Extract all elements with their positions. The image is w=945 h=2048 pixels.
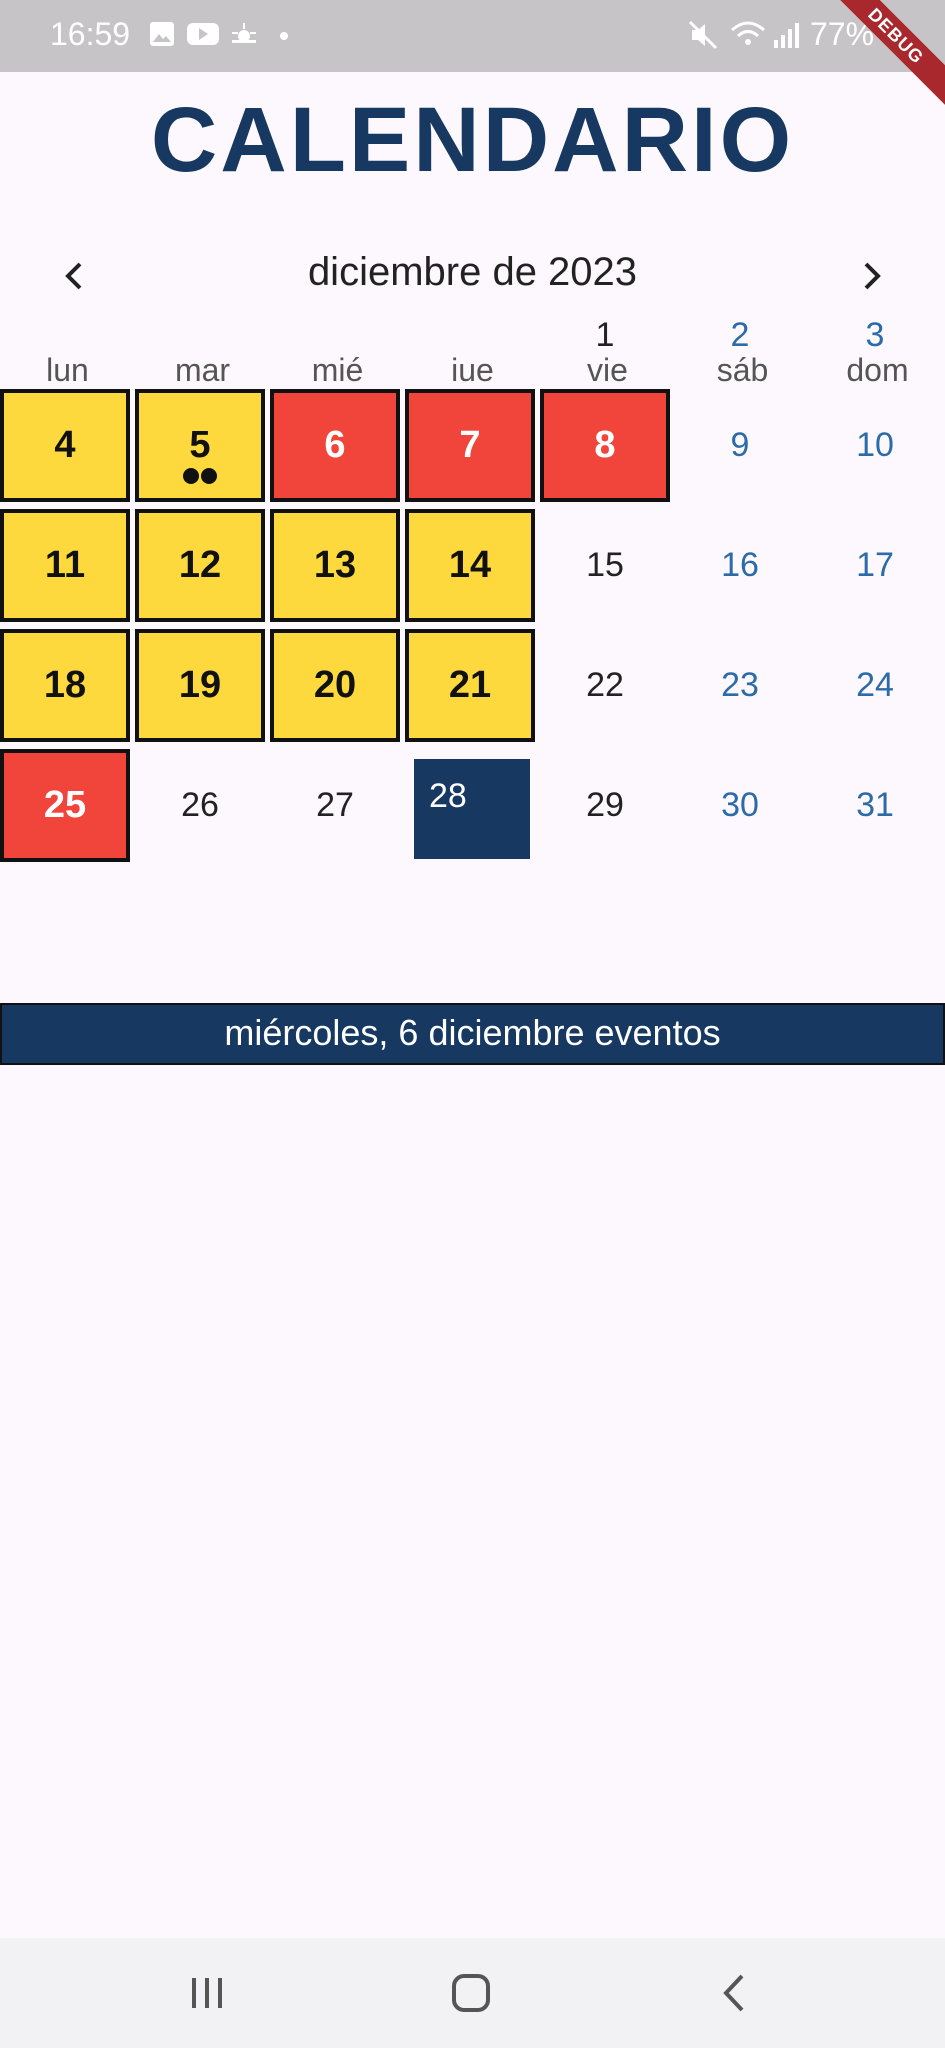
day-cell-12[interactable]: 12 (135, 509, 265, 622)
day-cell-24[interactable]: 24 (810, 629, 940, 742)
events-header: miércoles, 6 diciembre eventos (0, 1003, 945, 1065)
day-number: 24 (856, 666, 894, 704)
day-number: 28 (429, 777, 467, 815)
day-number: 2 (730, 316, 750, 354)
day-cell-15[interactable]: 15 (540, 509, 670, 622)
day-number: 11 (44, 544, 86, 586)
day-cell-22[interactable]: 22 (540, 629, 670, 742)
day-cell-20[interactable]: 20 (270, 629, 400, 742)
day-cell-9[interactable]: 9 (675, 389, 805, 502)
day-cell-25[interactable]: 25 (0, 749, 130, 862)
day-number: 20 (313, 664, 357, 706)
day-cell-8[interactable]: 8 (540, 389, 670, 502)
event-dot (201, 468, 217, 484)
day-number: 27 (316, 786, 354, 824)
day-cell-11[interactable]: 11 (0, 509, 130, 622)
day-cell-1[interactable]: 1 (540, 279, 670, 392)
day-cell-2[interactable]: 2 (675, 279, 805, 392)
day-number: 13 (313, 544, 357, 586)
day-number: 29 (586, 786, 624, 824)
day-number: 25 (43, 784, 87, 826)
day-number: 31 (856, 786, 894, 824)
day-number: 18 (43, 664, 87, 706)
day-number: 26 (181, 786, 219, 824)
day-number: 12 (178, 544, 222, 586)
day-cell-16[interactable]: 16 (675, 509, 805, 622)
day-cell-18[interactable]: 18 (0, 629, 130, 742)
day-number: 19 (178, 664, 222, 706)
day-cell-13[interactable]: 13 (270, 509, 400, 622)
event-markers (139, 451, 261, 494)
day-number: 14 (448, 544, 492, 586)
day-number: 10 (856, 426, 894, 464)
day-cell-28[interactable]: 28 (414, 759, 530, 859)
day-number: 21 (448, 664, 492, 706)
day-number: 6 (324, 424, 346, 466)
home-icon[interactable] (446, 1968, 496, 2018)
day-number: 17 (856, 546, 894, 584)
day-number: 1 (595, 316, 615, 354)
day-cell-27[interactable]: 27 (270, 749, 400, 862)
recents-icon[interactable] (182, 1968, 232, 2018)
day-cell-29[interactable]: 29 (540, 749, 670, 862)
day-number: 8 (594, 424, 616, 466)
day-cell-3[interactable]: 3 (810, 279, 940, 392)
day-cell-6[interactable]: 6 (270, 389, 400, 502)
day-cell-26[interactable]: 26 (135, 749, 265, 862)
day-cell-14[interactable]: 14 (405, 509, 535, 622)
day-cell-5[interactable]: 5 (135, 389, 265, 502)
day-cell-10[interactable]: 10 (810, 389, 940, 502)
day-cell-4[interactable]: 4 (0, 389, 130, 502)
day-cell-7[interactable]: 7 (405, 389, 535, 502)
day-number: 22 (586, 666, 624, 704)
day-number: 9 (730, 426, 750, 464)
day-number: 7 (459, 424, 481, 466)
day-number: 30 (721, 786, 759, 824)
day-cell-31[interactable]: 31 (810, 749, 940, 862)
day-number: 16 (721, 546, 759, 584)
day-cell-17[interactable]: 17 (810, 509, 940, 622)
day-cell-21[interactable]: 21 (405, 629, 535, 742)
back-icon[interactable] (710, 1968, 760, 2018)
day-number: 23 (721, 666, 759, 704)
day-number: 15 (586, 546, 624, 584)
day-number: 4 (54, 424, 76, 466)
day-number: 3 (865, 316, 885, 354)
event-dot (183, 468, 199, 484)
system-nav-bar (0, 1938, 945, 2048)
day-cell-19[interactable]: 19 (135, 629, 265, 742)
day-cell-23[interactable]: 23 (675, 629, 805, 742)
day-cell-30[interactable]: 30 (675, 749, 805, 862)
calendar-grid: 1 2 3 4 5 6 7 8 9 10 11 12 13 14 15 16 17 18 19 20 21 22 23 24 2… (0, 0, 945, 1000)
